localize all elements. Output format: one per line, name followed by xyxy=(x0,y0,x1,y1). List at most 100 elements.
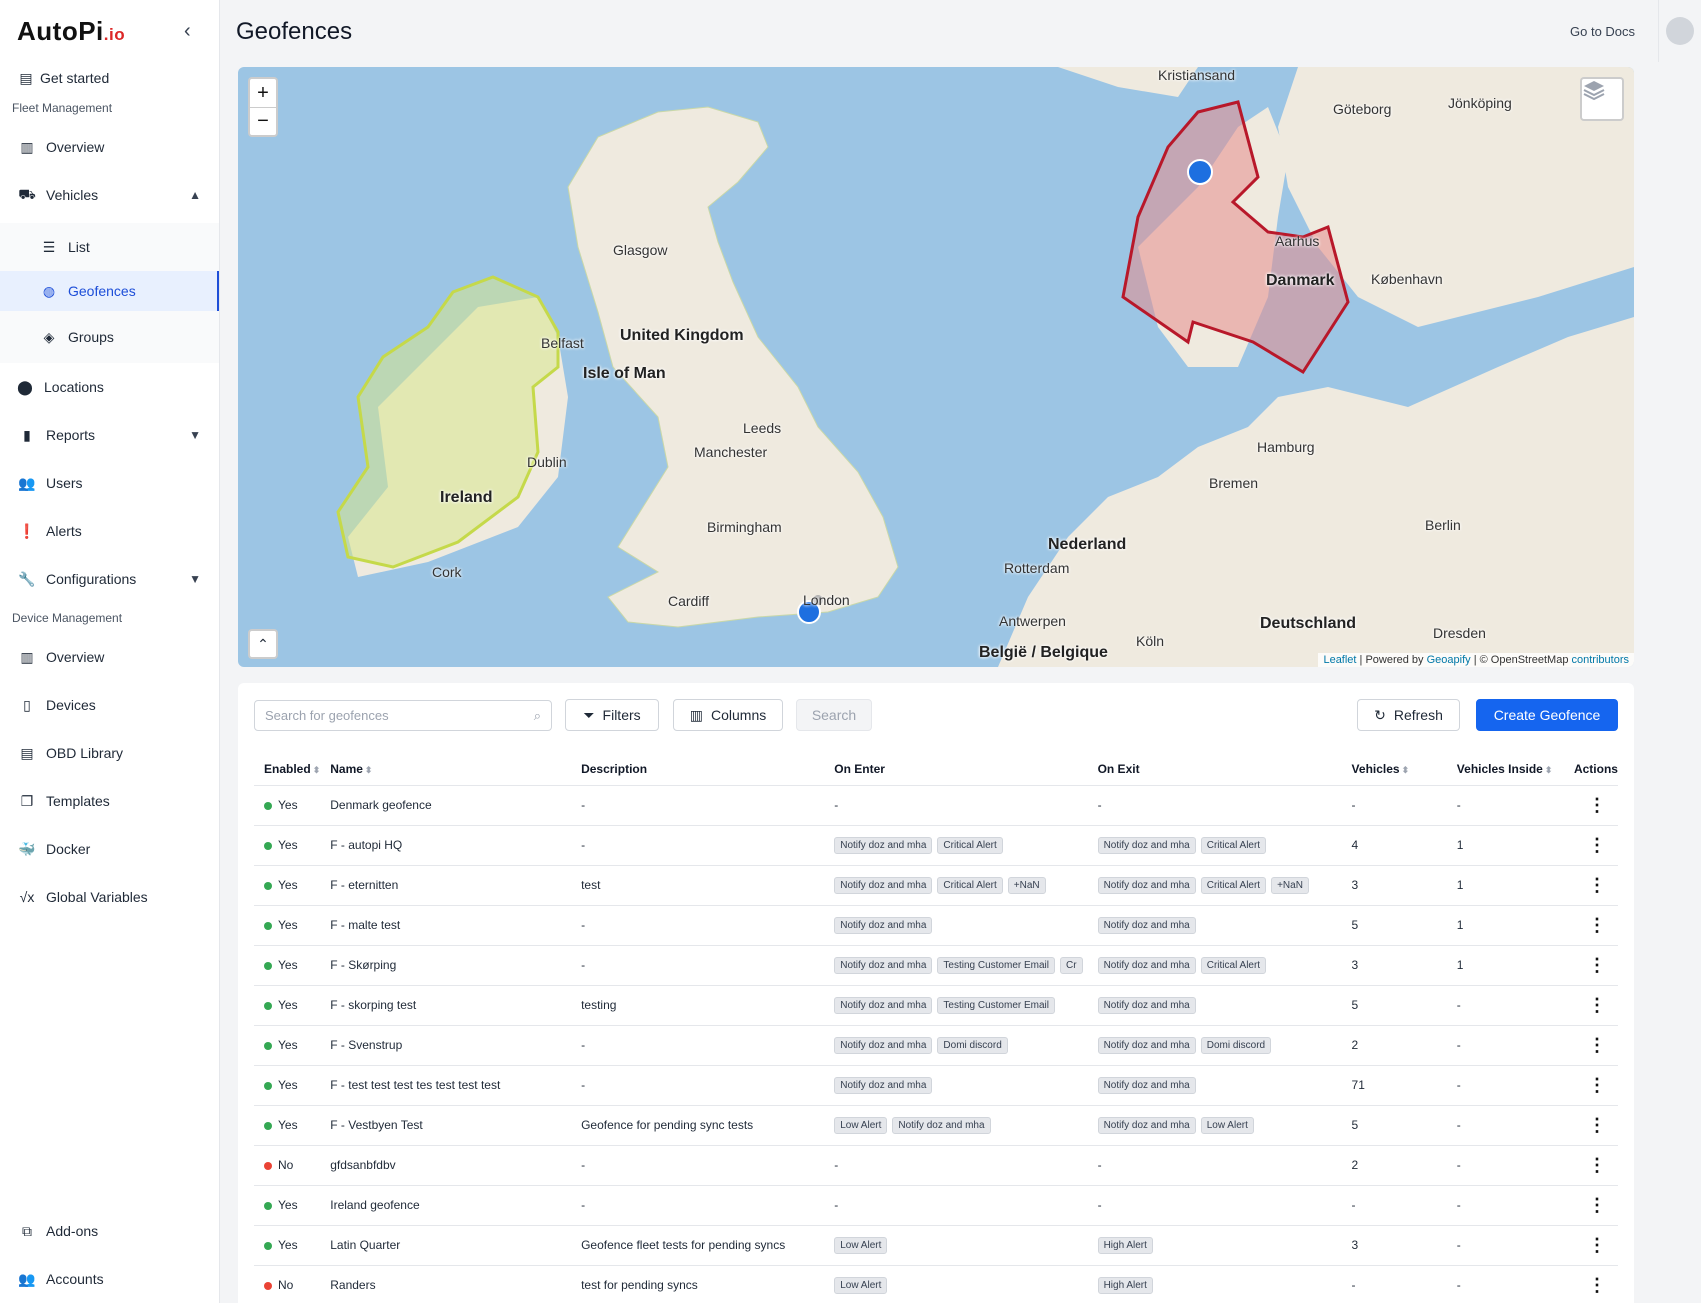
sidebar-item-configurations[interactable]: 🔧 Configurations ▼ xyxy=(0,559,219,599)
leaflet-link[interactable]: Leaflet xyxy=(1323,654,1356,666)
sidebar-item-locations[interactable]: ⬤ Locations xyxy=(0,367,219,407)
map-attribution: Leaflet | Powered by Geoapify | © OpenSt… xyxy=(1318,653,1634,667)
search-button[interactable]: Search xyxy=(796,699,872,731)
more-actions-icon[interactable]: ⋮ xyxy=(1574,1195,1606,1215)
map-label: London xyxy=(803,592,850,608)
table-row[interactable]: Yes F - test test test tes test test test… xyxy=(254,1065,1618,1106)
table-row[interactable]: No Randers test for pending syncs Low Alert… xyxy=(254,1265,1618,1303)
map-label: Glasgow xyxy=(613,242,668,258)
layers-button[interactable] xyxy=(1580,77,1624,121)
geofence-name: F - eternitten xyxy=(330,878,399,892)
logo[interactable]: AutoPi.io xyxy=(17,16,125,47)
sidebar-item-geofences[interactable]: ◍ Geofences xyxy=(0,271,219,311)
contributors-link[interactable]: contributors xyxy=(1572,654,1629,666)
table-row[interactable]: Yes F - Skørping - Notify doz and mha Testin… xyxy=(254,945,1618,986)
geoapify-link[interactable]: Geoapify xyxy=(1427,654,1471,666)
action-tag: Notify doz and mha xyxy=(834,916,933,934)
more-actions-icon[interactable]: ⋮ xyxy=(1574,1075,1606,1095)
more-actions-icon[interactable]: ⋮ xyxy=(1574,1115,1606,1135)
sidebar-item-docker[interactable]: 🐳 Docker xyxy=(0,829,219,869)
book-icon: ▤ xyxy=(20,744,34,761)
table-row[interactable]: Yes Denmark geofence - - - - - ⋮ xyxy=(254,785,1618,826)
geofence-name: gfdsanbfdbv xyxy=(330,1158,396,1172)
more-actions-icon[interactable]: ⋮ xyxy=(1574,915,1606,935)
cell-on-enter: Low Alert Notify doz and mha xyxy=(824,1105,1088,1146)
sidebar-item-reports[interactable]: ▮ Reports ▼ xyxy=(0,415,219,455)
sidebar-item-get-started[interactable]: ▤ Get started xyxy=(18,58,218,98)
status-dot xyxy=(264,1041,272,1050)
more-actions-icon[interactable]: ⋮ xyxy=(1574,875,1606,895)
chevron-up-icon: ⌃ xyxy=(257,635,269,652)
table-row[interactable]: Yes Latin Quarter Geofence fleet tests for… xyxy=(254,1225,1618,1266)
sidebar-item-alerts[interactable]: ❗ Alerts xyxy=(0,511,219,551)
sidebar-item-groups[interactable]: ◈ Groups xyxy=(0,311,219,363)
collapse-map-button[interactable]: ⌃ xyxy=(248,629,278,659)
zoom-out-button[interactable]: − xyxy=(250,107,276,135)
more-actions-icon[interactable]: ⋮ xyxy=(1574,1275,1606,1295)
attribution-text: | Powered by xyxy=(1359,654,1424,666)
sidebar-item-users[interactable]: 👥 Users xyxy=(0,463,219,503)
refresh-label: Refresh xyxy=(1393,707,1443,723)
sidebar-item-label: Configurations xyxy=(46,571,137,587)
enabled-text: Yes xyxy=(278,1078,298,1092)
search-input[interactable]: Search for geofences ⌕ xyxy=(254,700,552,731)
column-header-vehicles-inside[interactable]: Vehicles Inside ⬍ xyxy=(1446,753,1564,786)
sidebar-item-obd-library[interactable]: ▤ OBD Library xyxy=(0,733,219,773)
table-row[interactable]: Yes F - autopi HQ - Notify doz and mha Criti… xyxy=(254,825,1618,866)
more-actions-icon[interactable]: ⋮ xyxy=(1574,955,1606,975)
avatar[interactable] xyxy=(1666,17,1694,45)
sidebar-item-global-variables[interactable]: √x Global Variables xyxy=(0,877,219,917)
sidebar-item-fleet-overview[interactable]: ▥ Overview xyxy=(0,127,219,167)
sidebar-item-devices[interactable]: ▯ Devices xyxy=(0,685,219,725)
sidebar-item-device-overview[interactable]: ▥ Overview xyxy=(0,637,219,677)
vehicles-count: 3 xyxy=(1351,1238,1359,1252)
more-actions-icon[interactable]: ⋮ xyxy=(1574,995,1606,1015)
cell-vehicles: 3 xyxy=(1341,945,1447,986)
go-to-docs-link[interactable]: Go to Docs xyxy=(1570,24,1635,39)
column-header-name[interactable]: Name ⬍ xyxy=(320,753,572,786)
table-row[interactable]: Yes Ireland geofence - - - - - ⋮ xyxy=(254,1185,1618,1226)
create-geofence-button[interactable]: Create Geofence xyxy=(1476,699,1618,731)
table-row[interactable]: Yes F - malte test - Notify doz and mha Noti… xyxy=(254,905,1618,946)
filters-button[interactable]: ⏷ Filters xyxy=(565,699,659,731)
sidebar-item-label: Templates xyxy=(46,793,110,809)
action-tag: Notify doz and mha xyxy=(834,956,933,974)
collapse-sidebar-icon[interactable]: ‹ xyxy=(184,20,191,43)
columns-button[interactable]: ▥ Columns xyxy=(673,699,783,731)
geofence-map[interactable]: Kristiansand Göteborg Jönköping Glasgow … xyxy=(238,67,1634,667)
vehicles-count: 5 xyxy=(1351,918,1359,932)
table-row[interactable]: Yes F - Svenstrup - Notify doz and mha Domi … xyxy=(254,1025,1618,1066)
vehicles-inside-count: 1 xyxy=(1456,838,1464,852)
column-header-enabled[interactable]: Enabled ⬍ xyxy=(254,753,321,786)
sidebar-item-templates[interactable]: ❐ Templates xyxy=(0,781,219,821)
table-row[interactable]: Yes F - skorping test testing Notify doz an… xyxy=(254,985,1618,1026)
geofence-name: Latin Quarter xyxy=(330,1238,401,1252)
table-row[interactable]: Yes F - eternitten test Notify doz and mha C… xyxy=(254,865,1618,906)
sidebar-item-vehicles[interactable]: ⛟ Vehicles ▲ xyxy=(0,175,219,215)
table-row[interactable]: No gfdsanbfdbv - - - 2 - ⋮ xyxy=(254,1145,1618,1186)
cell-name: F - malte test xyxy=(320,905,572,946)
sidebar-item-label: Alerts xyxy=(46,523,82,539)
action-tag: Testing Customer Email xyxy=(937,956,1055,974)
cell-on-enter: - xyxy=(824,1185,1088,1226)
table-row[interactable]: Yes F - Vestbyen Test Geofence for pending… xyxy=(254,1105,1618,1146)
more-actions-icon[interactable]: ⋮ xyxy=(1574,835,1606,855)
cell-on-enter: Low Alert xyxy=(824,1265,1088,1303)
geofence-name: F - Skørping xyxy=(330,958,397,972)
more-actions-icon[interactable]: ⋮ xyxy=(1574,1155,1606,1175)
more-actions-icon[interactable]: ⋮ xyxy=(1574,795,1606,815)
sidebar-item-addons[interactable]: ⧉ Add-ons xyxy=(0,1211,219,1251)
refresh-button[interactable]: ↻ Refresh xyxy=(1357,699,1460,731)
cell-vehicles-inside: - xyxy=(1446,1265,1564,1303)
action-tag: Notify doz and mha xyxy=(1097,956,1196,974)
action-tag: Notify doz and mha xyxy=(834,996,933,1014)
zoom-in-button[interactable]: + xyxy=(250,79,276,107)
more-actions-icon[interactable]: ⋮ xyxy=(1574,1235,1606,1255)
action-tag: Low Alert xyxy=(834,1276,888,1294)
sidebar-item-accounts[interactable]: 👥 Accounts xyxy=(0,1259,219,1299)
status-dot xyxy=(264,881,272,890)
column-header-vehicles[interactable]: Vehicles ⬍ xyxy=(1341,753,1447,786)
more-actions-icon[interactable]: ⋮ xyxy=(1574,1035,1606,1055)
copy-icon: ❐ xyxy=(20,792,34,809)
sidebar-item-list[interactable]: ☰ List xyxy=(0,223,219,271)
